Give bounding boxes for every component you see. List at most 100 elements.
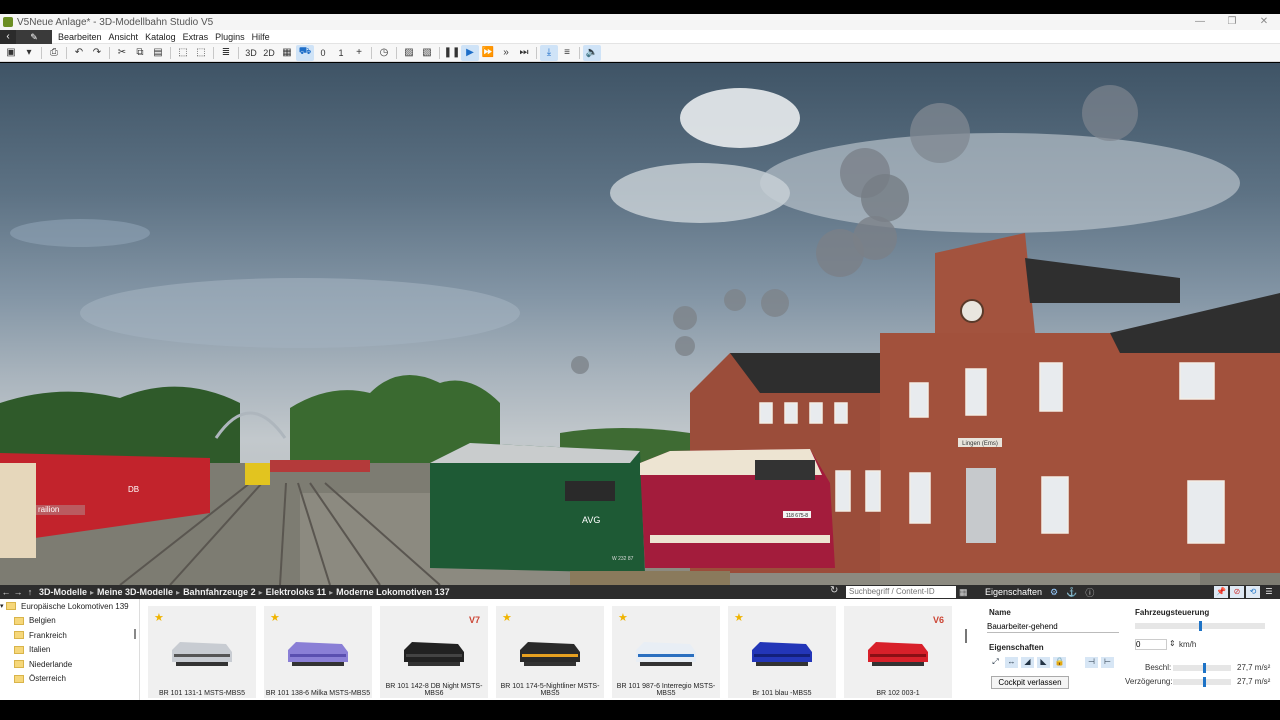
window-controls: — ❐ ✕ xyxy=(1184,14,1280,30)
breadcrumb-item[interactable]: Bahnfahrzeuge 2 xyxy=(183,587,256,597)
catalog-card[interactable]: V7 BR 101 142-8 DB Night MSTS-MBS6 xyxy=(380,606,488,698)
app-icon xyxy=(3,17,13,27)
train-view-icon[interactable]: ⛟ xyxy=(296,44,314,61)
forward-arrow-icon[interactable]: → xyxy=(12,587,24,597)
minimize-button[interactable]: — xyxy=(1184,14,1216,30)
properties-icon[interactable]: ▧ xyxy=(418,45,436,61)
menu-katalog[interactable]: Katalog xyxy=(145,32,176,42)
deceleration-slider[interactable] xyxy=(1173,677,1231,687)
3d-viewport[interactable]: Lingen (Ems) railion DB AVG W 232 87 118… xyxy=(0,63,1280,585)
name-heading: Name xyxy=(989,608,1011,617)
breadcrumb-item[interactable]: Meine 3D-Modelle xyxy=(97,587,173,597)
pin-icon[interactable]: 📌 xyxy=(1214,586,1228,598)
track-off-icon[interactable]: ⊘ xyxy=(1230,586,1244,598)
menu-hilfe[interactable]: Hilfe xyxy=(252,32,270,42)
download-icon[interactable]: ⤓ xyxy=(540,44,558,61)
info-icon[interactable]: ⓘ xyxy=(1085,586,1094,599)
tree-item[interactable]: Frankreich xyxy=(0,628,139,643)
favorite-star-icon[interactable]: ★ xyxy=(618,611,628,624)
menu-bearbeiten[interactable]: Bearbeiten xyxy=(58,32,102,42)
snap-left-icon[interactable]: ⊣ xyxy=(1085,657,1098,668)
save-icon[interactable]: ▣ xyxy=(2,45,20,61)
catalog-card[interactable]: V6 BR 102 003-1 xyxy=(844,606,952,698)
tree-item[interactable]: Italien xyxy=(0,643,139,658)
pause-icon[interactable]: ❚❚ xyxy=(443,45,461,61)
lock-icon[interactable]: 🔒 xyxy=(1053,657,1066,668)
smoke-puff xyxy=(675,336,695,356)
speed-slider[interactable] xyxy=(1135,621,1265,631)
tree-item[interactable]: Belgien xyxy=(0,614,139,629)
menu-plugins[interactable]: Plugins xyxy=(215,32,245,42)
menu-extras[interactable]: Extras xyxy=(183,32,209,42)
edit-mode-tab[interactable]: ✎ xyxy=(16,29,52,44)
layers-icon[interactable]: ≣ xyxy=(217,45,235,61)
link-icon[interactable]: ⟲ xyxy=(1246,586,1260,598)
list-settings-icon[interactable]: ≡ xyxy=(558,45,576,61)
skip-end-icon[interactable]: ⏭ xyxy=(515,45,533,61)
ungroup-icon[interactable]: ⬚ xyxy=(192,45,210,61)
add-icon[interactable]: + xyxy=(350,45,368,61)
rotate-icon[interactable]: ◣ xyxy=(1037,657,1050,668)
toolbar-separator xyxy=(238,46,239,59)
view-2d-button[interactable]: 2D xyxy=(260,45,278,61)
catalog-card[interactable]: ★ BR 101 174-5-Nightliner MSTS-MBS5 xyxy=(496,606,604,698)
spinner-icon[interactable]: ⇕ xyxy=(1169,639,1176,648)
group-icon[interactable]: ⬚ xyxy=(174,45,192,61)
redo-icon[interactable]: ↷ xyxy=(88,45,106,61)
tree-item[interactable]: Österreich xyxy=(0,672,139,687)
fast-forward-icon[interactable]: ⏩ xyxy=(479,45,497,61)
tree-item[interactable]: Niederlande xyxy=(0,657,139,672)
menu-ansicht[interactable]: Ansicht xyxy=(109,32,139,42)
catalog-icon[interactable]: ▨ xyxy=(400,45,418,61)
print-icon[interactable]: ⎙ xyxy=(45,45,63,61)
copy-icon[interactable]: ⧉ xyxy=(131,45,149,61)
catalog-card-label: BR 101 138-6 Milka MSTS-MBS5 xyxy=(265,690,371,697)
speed-field[interactable] xyxy=(1135,639,1167,650)
favorite-star-icon[interactable]: ★ xyxy=(502,611,512,624)
favorite-star-icon[interactable]: ★ xyxy=(154,611,164,624)
acceleration-slider-thumb[interactable] xyxy=(1203,663,1206,673)
view-3d-button[interactable]: 3D xyxy=(242,45,260,61)
settings-icon[interactable]: ⚙ xyxy=(1050,587,1058,598)
catalog-card[interactable]: ★ BR 101 138-6 Milka MSTS-MBS5 xyxy=(264,606,372,698)
catalog-card[interactable]: ★ BR 101 987-6 Interregio MSTS-MBS5 xyxy=(612,606,720,698)
speed-slider-thumb[interactable] xyxy=(1199,621,1202,631)
breadcrumb-item[interactable]: Moderne Lokomotiven 137 xyxy=(336,587,450,597)
breadcrumb-item[interactable]: 3D-Modelle xyxy=(39,587,87,597)
clock-icon[interactable]: ◷ xyxy=(375,45,393,61)
deceleration-slider-thumb[interactable] xyxy=(1203,677,1206,687)
search-input[interactable] xyxy=(846,586,956,598)
grid-view-icon[interactable]: ▦ xyxy=(959,587,969,597)
paste-icon[interactable]: ▤ xyxy=(149,45,167,61)
faster-icon[interactable]: » xyxy=(497,45,515,61)
up-arrow-icon[interactable]: ↑ xyxy=(24,587,36,597)
move-icon[interactable]: ⤢ xyxy=(989,657,1002,668)
grid-icon[interactable]: ▦ xyxy=(278,45,296,61)
dropdown-icon[interactable]: ▾ xyxy=(20,45,38,61)
favorite-star-icon[interactable]: ★ xyxy=(734,611,744,624)
acceleration-slider[interactable] xyxy=(1173,663,1231,673)
play-icon[interactable]: ▶ xyxy=(461,44,479,61)
favorite-star-icon[interactable]: ★ xyxy=(270,611,280,624)
refresh-icon[interactable]: ↻ xyxy=(830,585,838,596)
sound-icon[interactable]: 🔈 xyxy=(583,44,601,61)
breadcrumb-item[interactable]: Elektroloks 11 xyxy=(266,587,327,597)
tree-item[interactable]: ▾ Europäische Lokomotiven 139 xyxy=(0,599,139,614)
tree-scrollbar[interactable] xyxy=(134,629,136,639)
catalog-card[interactable]: ★ BR 101 131-1 MSTS-MBS5 xyxy=(148,606,256,698)
cut-icon[interactable]: ✂ xyxy=(113,45,131,61)
width-icon[interactable]: ↔ xyxy=(1005,657,1018,668)
menu-icon[interactable]: ☰ xyxy=(1262,586,1276,598)
cockpit-exit-button[interactable]: Cockpit verlassen xyxy=(991,676,1069,689)
catalog-scrollbar[interactable] xyxy=(965,629,967,643)
anchor-icon[interactable]: ⚓ xyxy=(1066,587,1077,598)
back-icon[interactable]: ‹ xyxy=(0,29,16,44)
undo-icon[interactable]: ↶ xyxy=(70,45,88,61)
maximize-button[interactable]: ❐ xyxy=(1216,14,1248,30)
back-arrow-icon[interactable]: ← xyxy=(0,587,12,597)
snap-right-icon[interactable]: ⊢ xyxy=(1101,657,1114,668)
catalog-card[interactable]: ★ Br 101 blau -MBS5 xyxy=(728,606,836,698)
slope-icon[interactable]: ◢ xyxy=(1021,657,1034,668)
name-field[interactable] xyxy=(987,621,1119,633)
close-button[interactable]: ✕ xyxy=(1248,14,1280,30)
